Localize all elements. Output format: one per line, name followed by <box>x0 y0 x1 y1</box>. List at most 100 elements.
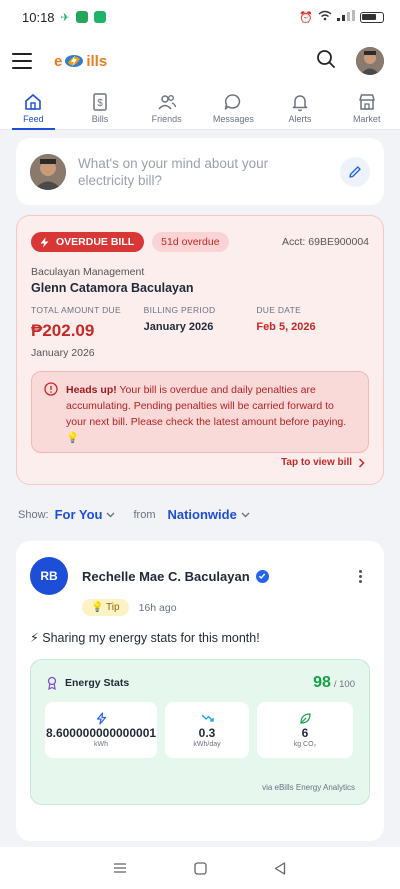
region-dropdown[interactable]: Nationwide <box>167 507 250 522</box>
profile-avatar[interactable] <box>356 47 384 75</box>
logo-suffix: ills <box>86 52 108 70</box>
trend-down-icon <box>201 714 214 722</box>
status-indicators: ⏰ <box>299 10 384 24</box>
overdue-badge-label: OVERDUE BILL <box>56 236 135 248</box>
logo-icon <box>65 55 84 67</box>
status-time: 10:18 <box>22 9 55 25</box>
stat-unit: kWh <box>94 741 108 748</box>
energy-stats-card: Energy Stats 98/ 100 8.600000000000001 k… <box>30 659 370 805</box>
tab-bills[interactable]: $ Bills <box>67 88 134 129</box>
overdue-bill-card[interactable]: OVERDUE BILL 51d overdue Acct: 69BE90000… <box>16 215 384 485</box>
author-name-text: Rechelle Mae C. Baculayan <box>82 568 250 584</box>
stat-value: 0.3 <box>198 726 216 740</box>
verified-icon <box>255 569 269 583</box>
chevron-right-icon <box>358 457 365 468</box>
stat-carbon: 6 kg CO₂ <box>257 702 353 758</box>
from-label: from <box>133 508 156 521</box>
tab-label: Feed <box>23 114 44 124</box>
due-date-label: DUE DATE <box>256 305 302 315</box>
account-number: Acct: 69BE900004 <box>282 236 369 248</box>
composer-placeholder[interactable]: What's on your mind about your electrici… <box>78 155 328 189</box>
svg-text:$: $ <box>97 98 103 109</box>
main-tabs: Feed $ Bills Friends Messages Alerts Mar… <box>0 88 400 130</box>
more-options-icon[interactable] <box>350 569 370 583</box>
tab-messages[interactable]: Messages <box>200 88 267 129</box>
search-icon[interactable] <box>316 49 336 74</box>
bolt-icon <box>96 712 106 725</box>
billing-period-label: BILLING PERIOD <box>143 305 216 315</box>
signal-icon <box>337 10 355 24</box>
tab-label: Friends <box>151 114 182 124</box>
award-icon <box>47 676 57 690</box>
stat-value: 8.600000000000001 <box>45 726 157 740</box>
energy-stats-title: Energy Stats <box>65 677 130 689</box>
back-icon <box>274 861 286 875</box>
post-timestamp: 16h ago <box>138 601 177 614</box>
tab-label: Alerts <box>288 114 312 124</box>
bell-icon <box>292 95 308 112</box>
tab-label: Market <box>352 114 381 124</box>
recent-apps-button[interactable] <box>108 856 132 880</box>
back-button[interactable] <box>268 856 292 880</box>
view-bill-link[interactable]: Tap to view bill <box>281 457 365 468</box>
notification-icon: ✈ <box>60 11 70 24</box>
bill-icon: $ <box>93 93 107 111</box>
alert-heading: Heads up! <box>66 384 117 396</box>
penalty-alert: Heads up! Your bill is overdue and daily… <box>31 371 369 453</box>
billing-period-value: January 2026 <box>143 321 214 333</box>
show-label: Show: <box>18 508 49 521</box>
company-name: Baculayan Management <box>31 266 145 278</box>
compose-button[interactable] <box>340 156 370 187</box>
menu-icon[interactable] <box>12 53 32 69</box>
friends-icon <box>158 95 176 110</box>
wifi-icon <box>318 10 332 24</box>
home-square-icon <box>193 861 207 875</box>
stat-unit: kWh/day <box>193 741 221 748</box>
tab-friends[interactable]: Friends <box>133 88 200 129</box>
author-name[interactable]: Rechelle Mae C. Baculayan <box>82 569 269 584</box>
home-icon <box>25 94 42 110</box>
alarm-icon: ⏰ <box>299 11 313 24</box>
total-due-label: TOTAL AMOUNT DUE <box>31 305 121 315</box>
energy-score-value: 98 <box>313 674 331 691</box>
leaf-icon <box>299 713 311 724</box>
show-dropdown[interactable]: For You <box>55 507 116 522</box>
author-avatar[interactable]: RB <box>30 557 68 595</box>
composer-avatar <box>30 153 66 190</box>
post-composer[interactable]: What's on your mind about your electrici… <box>16 138 384 205</box>
app-header: e ills <box>0 34 400 88</box>
chevron-down-icon <box>106 512 115 517</box>
due-date-value: Feb 5, 2026 <box>256 321 316 333</box>
region-value: Nationwide <box>167 507 237 522</box>
feed-post: RB Rechelle Mae C. Baculayan 💡 Tip 16h a… <box>16 541 384 841</box>
tab-feed[interactable]: Feed <box>0 88 67 130</box>
chat-app-icon <box>75 11 88 23</box>
stat-energy-used: 8.600000000000001 kWh <box>45 702 157 758</box>
total-due-amount: ₱202.09 <box>31 321 95 340</box>
tip-badge: 💡 Tip <box>82 599 129 616</box>
battery-icon <box>360 11 384 23</box>
tab-alerts[interactable]: Alerts <box>267 88 334 129</box>
stat-value: 6 <box>301 726 309 740</box>
tab-label: Messages <box>212 114 254 124</box>
system-nav-bar <box>0 847 400 889</box>
tab-label: Bills <box>91 114 109 124</box>
message-icon <box>225 94 241 110</box>
home-button[interactable] <box>188 856 212 880</box>
feed-filter: Show: For You from Nationwide <box>18 507 382 522</box>
recent-apps-icon <box>114 863 126 873</box>
alert-circle-icon <box>44 382 58 396</box>
app-logo: e ills <box>54 53 107 70</box>
account-holder-name: Glenn Catamora Baculayan <box>31 281 194 295</box>
post-text: ⚡ Sharing my energy stats for this month… <box>30 631 260 645</box>
stat-daily-average: 0.3 kWh/day <box>165 702 249 758</box>
tab-market[interactable]: Market <box>333 88 400 129</box>
days-overdue-badge: 51d overdue <box>152 232 229 252</box>
overdue-badge: OVERDUE BILL <box>31 232 145 252</box>
view-bill-label: Tap to view bill <box>281 457 352 468</box>
pencil-icon <box>349 165 361 178</box>
energy-stats-source: via eBills Energy Analytics <box>262 783 355 792</box>
energy-score: 98/ 100 <box>313 674 355 692</box>
energy-score-max: / 100 <box>333 679 355 690</box>
chevron-down-icon <box>241 512 250 517</box>
